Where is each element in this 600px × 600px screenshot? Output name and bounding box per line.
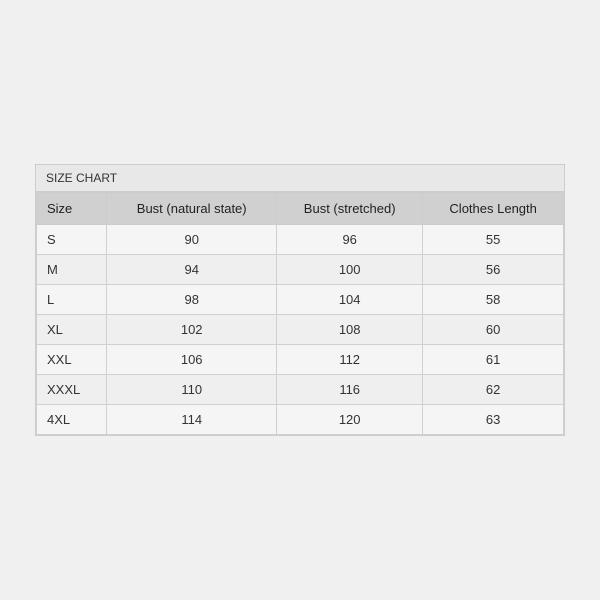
cell-bust_stretched: 96 bbox=[277, 225, 423, 255]
table-row: 4XL11412063 bbox=[37, 405, 564, 435]
table-row: XXL10611261 bbox=[37, 345, 564, 375]
cell-bust_natural: 114 bbox=[107, 405, 277, 435]
table-row: L9810458 bbox=[37, 285, 564, 315]
cell-size: XXL bbox=[37, 345, 107, 375]
cell-size: L bbox=[37, 285, 107, 315]
cell-bust_natural: 106 bbox=[107, 345, 277, 375]
cell-clothes_length: 58 bbox=[423, 285, 564, 315]
cell-clothes_length: 55 bbox=[423, 225, 564, 255]
table-row: M9410056 bbox=[37, 255, 564, 285]
cell-clothes_length: 60 bbox=[423, 315, 564, 345]
cell-bust_natural: 98 bbox=[107, 285, 277, 315]
cell-bust_stretched: 120 bbox=[277, 405, 423, 435]
cell-size: 4XL bbox=[37, 405, 107, 435]
header-size: Size bbox=[37, 193, 107, 225]
cell-bust_stretched: 100 bbox=[277, 255, 423, 285]
cell-bust_natural: 90 bbox=[107, 225, 277, 255]
header-bust-stretched: Bust (stretched) bbox=[277, 193, 423, 225]
cell-clothes_length: 62 bbox=[423, 375, 564, 405]
cell-clothes_length: 61 bbox=[423, 345, 564, 375]
cell-bust_stretched: 112 bbox=[277, 345, 423, 375]
table-header-row: Size Bust (natural state) Bust (stretche… bbox=[37, 193, 564, 225]
size-chart-table: Size Bust (natural state) Bust (stretche… bbox=[36, 192, 564, 435]
cell-clothes_length: 56 bbox=[423, 255, 564, 285]
cell-size: S bbox=[37, 225, 107, 255]
chart-title: SIZE CHART bbox=[36, 165, 564, 192]
cell-bust_natural: 94 bbox=[107, 255, 277, 285]
cell-size: XXXL bbox=[37, 375, 107, 405]
cell-size: XL bbox=[37, 315, 107, 345]
header-bust-natural: Bust (natural state) bbox=[107, 193, 277, 225]
header-clothes-length: Clothes Length bbox=[423, 193, 564, 225]
cell-bust_stretched: 116 bbox=[277, 375, 423, 405]
table-row: S909655 bbox=[37, 225, 564, 255]
cell-bust_stretched: 108 bbox=[277, 315, 423, 345]
table-row: XXXL11011662 bbox=[37, 375, 564, 405]
table-body: S909655M9410056L9810458XL10210860XXL1061… bbox=[37, 225, 564, 435]
cell-bust_stretched: 104 bbox=[277, 285, 423, 315]
cell-bust_natural: 110 bbox=[107, 375, 277, 405]
size-chart-container: SIZE CHART Size Bust (natural state) Bus… bbox=[35, 164, 565, 436]
cell-clothes_length: 63 bbox=[423, 405, 564, 435]
cell-bust_natural: 102 bbox=[107, 315, 277, 345]
table-row: XL10210860 bbox=[37, 315, 564, 345]
cell-size: M bbox=[37, 255, 107, 285]
